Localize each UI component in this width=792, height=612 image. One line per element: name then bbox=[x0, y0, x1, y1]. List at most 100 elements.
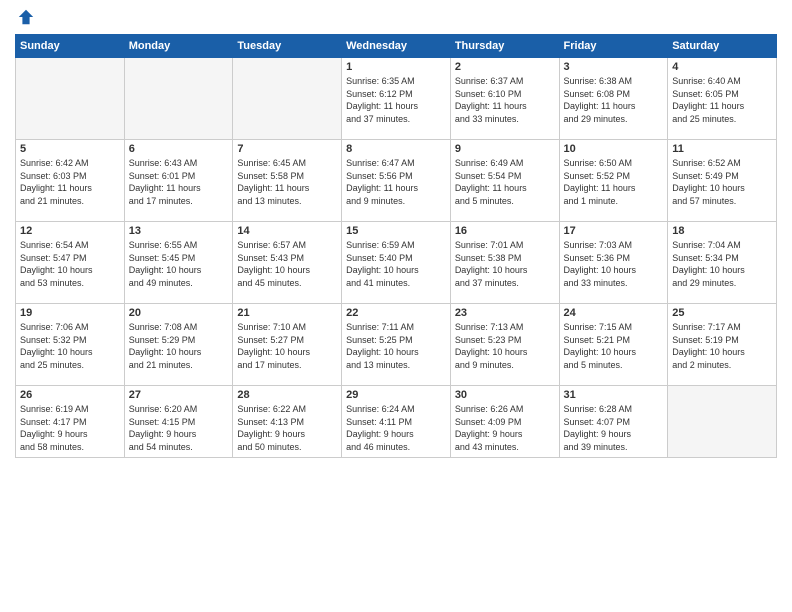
day-cell: 13Sunrise: 6:55 AMSunset: 5:45 PMDayligh… bbox=[124, 222, 233, 304]
day-info: Sunrise: 6:35 AMSunset: 6:12 PMDaylight:… bbox=[346, 75, 446, 125]
day-info: Sunrise: 7:08 AMSunset: 5:29 PMDaylight:… bbox=[129, 321, 229, 371]
day-number: 29 bbox=[346, 389, 446, 401]
day-info: Sunrise: 6:52 AMSunset: 5:49 PMDaylight:… bbox=[672, 157, 772, 207]
day-number: 21 bbox=[237, 307, 337, 319]
weekday-sunday: Sunday bbox=[16, 35, 125, 58]
day-cell: 20 Sunrise: 7:08 AMSunset: 5:29 PMDayligh… bbox=[124, 304, 233, 386]
day-number: 18 bbox=[672, 225, 772, 237]
logo bbox=[15, 10, 35, 26]
day-info: Sunrise: 6:20 AMSunset: 4:15 PMDaylight:… bbox=[129, 403, 229, 453]
day-number: 28 bbox=[237, 389, 337, 401]
day-number: 3 bbox=[564, 61, 664, 73]
day-info: Sunrise: 6:42 AMSunset: 6:03 PMDaylight:… bbox=[20, 157, 120, 207]
day-cell: 26 Sunrise: 6:19 AMSunset: 4:17 PMDayligh… bbox=[16, 386, 125, 458]
day-info: Sunrise: 6:22 AMSunset: 4:13 PMDaylight:… bbox=[237, 403, 337, 453]
day-number: 20 bbox=[129, 307, 229, 319]
weekday-saturday: Saturday bbox=[668, 35, 777, 58]
logo-icon bbox=[17, 8, 35, 26]
day-number: 30 bbox=[455, 389, 555, 401]
day-number: 27 bbox=[129, 389, 229, 401]
day-cell: 28 Sunrise: 6:22 AMSunset: 4:13 PMDayligh… bbox=[233, 386, 342, 458]
day-info: Sunrise: 7:10 AMSunset: 5:27 PMDaylight:… bbox=[237, 321, 337, 371]
day-number: 4 bbox=[672, 61, 772, 73]
day-cell: 25 Sunrise: 7:17 AMSunset: 5:19 PMDayligh… bbox=[668, 304, 777, 386]
day-number: 11 bbox=[672, 143, 772, 155]
day-cell: 30 Sunrise: 6:26 AMSunset: 4:09 PMDayligh… bbox=[450, 386, 559, 458]
day-cell: 17Sunrise: 7:03 AMSunset: 5:36 PMDayligh… bbox=[559, 222, 668, 304]
day-info: Sunrise: 6:37 AMSunset: 6:10 PMDaylight:… bbox=[455, 75, 555, 125]
day-cell bbox=[124, 58, 233, 140]
day-number: 1 bbox=[346, 61, 446, 73]
day-cell: 15 Sunrise: 6:59 AMSunset: 5:40 PMDayligh… bbox=[342, 222, 451, 304]
day-info: Sunrise: 7:15 AMSunset: 5:21 PMDaylight:… bbox=[564, 321, 664, 371]
day-number: 22 bbox=[346, 307, 446, 319]
day-info: Sunrise: 7:01 AMSunset: 5:38 PMDaylight:… bbox=[455, 239, 555, 289]
day-cell: 27 Sunrise: 6:20 AMSunset: 4:15 PMDayligh… bbox=[124, 386, 233, 458]
day-cell: 8Sunrise: 6:47 AMSunset: 5:56 PMDaylight… bbox=[342, 140, 451, 222]
day-number: 13 bbox=[129, 225, 229, 237]
day-cell: 29 Sunrise: 6:24 AMSunset: 4:11 PMDayligh… bbox=[342, 386, 451, 458]
day-info: Sunrise: 6:49 AMSunset: 5:54 PMDaylight:… bbox=[455, 157, 555, 207]
day-cell: 12Sunrise: 6:54 AMSunset: 5:47 PMDayligh… bbox=[16, 222, 125, 304]
day-number: 2 bbox=[455, 61, 555, 73]
day-cell bbox=[16, 58, 125, 140]
day-info: Sunrise: 7:03 AMSunset: 5:36 PMDaylight:… bbox=[564, 239, 664, 289]
page: SundayMondayTuesdayWednesdayThursdayFrid… bbox=[0, 0, 792, 612]
day-cell: 24 Sunrise: 7:15 AMSunset: 5:21 PMDayligh… bbox=[559, 304, 668, 386]
day-number: 5 bbox=[20, 143, 120, 155]
day-info: Sunrise: 6:50 AMSunset: 5:52 PMDaylight:… bbox=[564, 157, 664, 207]
day-info: Sunrise: 6:57 AMSunset: 5:43 PMDaylight:… bbox=[237, 239, 337, 289]
day-number: 14 bbox=[237, 225, 337, 237]
day-info: Sunrise: 6:38 AMSunset: 6:08 PMDaylight:… bbox=[564, 75, 664, 125]
day-cell: 2 Sunrise: 6:37 AMSunset: 6:10 PMDaylight… bbox=[450, 58, 559, 140]
day-cell: 31Sunrise: 6:28 AMSunset: 4:07 PMDayligh… bbox=[559, 386, 668, 458]
day-info: Sunrise: 6:45 AMSunset: 5:58 PMDaylight:… bbox=[237, 157, 337, 207]
header bbox=[15, 10, 777, 26]
day-info: Sunrise: 6:24 AMSunset: 4:11 PMDaylight:… bbox=[346, 403, 446, 453]
weekday-wednesday: Wednesday bbox=[342, 35, 451, 58]
day-number: 15 bbox=[346, 225, 446, 237]
day-number: 24 bbox=[564, 307, 664, 319]
week-row-3: 12Sunrise: 6:54 AMSunset: 5:47 PMDayligh… bbox=[16, 222, 777, 304]
day-cell: 5 Sunrise: 6:42 AMSunset: 6:03 PMDaylight… bbox=[16, 140, 125, 222]
day-cell: 4 Sunrise: 6:40 AMSunset: 6:05 PMDaylight… bbox=[668, 58, 777, 140]
day-number: 26 bbox=[20, 389, 120, 401]
day-number: 9 bbox=[455, 143, 555, 155]
day-info: Sunrise: 6:40 AMSunset: 6:05 PMDaylight:… bbox=[672, 75, 772, 125]
day-info: Sunrise: 6:28 AMSunset: 4:07 PMDaylight:… bbox=[564, 403, 664, 453]
day-cell: 6 Sunrise: 6:43 AMSunset: 6:01 PMDaylight… bbox=[124, 140, 233, 222]
day-cell bbox=[233, 58, 342, 140]
day-cell: 18 Sunrise: 7:04 AMSunset: 5:34 PMDayligh… bbox=[668, 222, 777, 304]
day-info: Sunrise: 6:26 AMSunset: 4:09 PMDaylight:… bbox=[455, 403, 555, 453]
day-cell: 3 Sunrise: 6:38 AMSunset: 6:08 PMDaylight… bbox=[559, 58, 668, 140]
day-info: Sunrise: 7:17 AMSunset: 5:19 PMDaylight:… bbox=[672, 321, 772, 371]
day-cell: 7Sunrise: 6:45 AMSunset: 5:58 PMDaylight… bbox=[233, 140, 342, 222]
day-cell: 21 Sunrise: 7:10 AMSunset: 5:27 PMDayligh… bbox=[233, 304, 342, 386]
calendar: SundayMondayTuesdayWednesdayThursdayFrid… bbox=[15, 34, 777, 458]
day-info: Sunrise: 7:11 AMSunset: 5:25 PMDaylight:… bbox=[346, 321, 446, 371]
weekday-monday: Monday bbox=[124, 35, 233, 58]
week-row-1: 1 Sunrise: 6:35 AMSunset: 6:12 PMDaylight… bbox=[16, 58, 777, 140]
week-row-5: 26 Sunrise: 6:19 AMSunset: 4:17 PMDayligh… bbox=[16, 386, 777, 458]
day-number: 19 bbox=[20, 307, 120, 319]
day-cell: 1 Sunrise: 6:35 AMSunset: 6:12 PMDaylight… bbox=[342, 58, 451, 140]
day-info: Sunrise: 6:43 AMSunset: 6:01 PMDaylight:… bbox=[129, 157, 229, 207]
day-info: Sunrise: 7:06 AMSunset: 5:32 PMDaylight:… bbox=[20, 321, 120, 371]
day-cell: 11 Sunrise: 6:52 AMSunset: 5:49 PMDayligh… bbox=[668, 140, 777, 222]
day-info: Sunrise: 7:13 AMSunset: 5:23 PMDaylight:… bbox=[455, 321, 555, 371]
weekday-header-row: SundayMondayTuesdayWednesdayThursdayFrid… bbox=[16, 35, 777, 58]
day-number: 6 bbox=[129, 143, 229, 155]
day-info: Sunrise: 6:54 AMSunset: 5:47 PMDaylight:… bbox=[20, 239, 120, 289]
day-cell: 19 Sunrise: 7:06 AMSunset: 5:32 PMDayligh… bbox=[16, 304, 125, 386]
day-info: Sunrise: 7:04 AMSunset: 5:34 PMDaylight:… bbox=[672, 239, 772, 289]
day-number: 25 bbox=[672, 307, 772, 319]
day-cell: 10 Sunrise: 6:50 AMSunset: 5:52 PMDayligh… bbox=[559, 140, 668, 222]
day-number: 8 bbox=[346, 143, 446, 155]
day-number: 16 bbox=[455, 225, 555, 237]
day-number: 10 bbox=[564, 143, 664, 155]
day-cell: 22 Sunrise: 7:11 AMSunset: 5:25 PMDayligh… bbox=[342, 304, 451, 386]
day-info: Sunrise: 6:19 AMSunset: 4:17 PMDaylight:… bbox=[20, 403, 120, 453]
day-info: Sunrise: 6:59 AMSunset: 5:40 PMDaylight:… bbox=[346, 239, 446, 289]
day-cell: 14 Sunrise: 6:57 AMSunset: 5:43 PMDayligh… bbox=[233, 222, 342, 304]
day-cell: 16 Sunrise: 7:01 AMSunset: 5:38 PMDayligh… bbox=[450, 222, 559, 304]
